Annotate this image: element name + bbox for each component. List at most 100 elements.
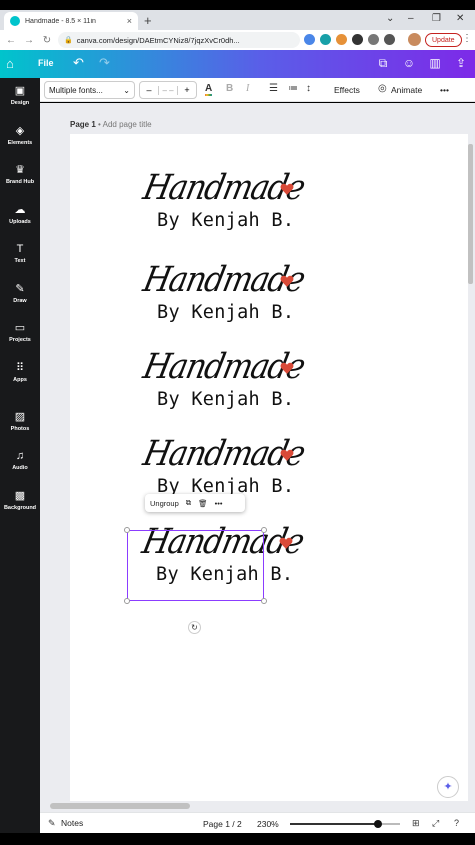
sidebar-item-label: Background [3,505,37,511]
puzzle-icon[interactable] [368,34,379,45]
byline-text[interactable]: By Kenjah B. [157,389,294,410]
address-bar-row: ← → ↻ 🔒 canva.com/design/DAEtmCYNiz8/7jq… [0,30,475,50]
insights-icon[interactable]: ▥ [428,56,442,70]
list-icon[interactable]: ≔ [288,83,298,94]
lock-icon[interactable]: 🔒 [64,36,73,44]
resize-handle[interactable] [261,598,267,604]
heart-icon [280,275,294,287]
sidebar-item-apps[interactable]: ⠿ Apps [0,362,40,383]
align-center-icon[interactable]: ☰ [269,83,278,94]
extension-icon[interactable] [304,34,315,45]
grammarly-icon[interactable] [320,34,331,45]
trash-icon[interactable]: 🗑 [198,499,208,508]
horizontal-scrollbar[interactable] [40,801,475,812]
ungroup-button[interactable]: Ungroup [150,499,179,508]
resize-handle[interactable] [261,527,267,533]
rotate-icon[interactable]: ↻ [188,621,201,634]
tab-search-icon[interactable]: ⌄ [386,13,394,24]
notes-button[interactable]: Notes [61,818,83,828]
share-people-icon[interactable]: ☺ [402,56,416,70]
element-context-menu: Ungroup ⧉ 🗑 ••• [145,494,245,512]
update-button[interactable]: Update [425,33,462,47]
tab-title: Handmade - 8.5 × 11in [25,17,96,25]
editor-toolbar: Multiple fonts... ⌄ – – – + A B I ☰ ≔ ↕ … [40,78,475,102]
animate-button[interactable]: Animate [391,85,422,95]
back-icon[interactable]: ← [4,35,18,46]
home-icon[interactable]: ⌂ [6,56,14,71]
upload-cloud-icon: ☁ [14,204,26,216]
zoom-slider[interactable] [290,820,400,828]
more-options-button[interactable]: ••• [440,85,449,95]
resize-icon[interactable]: ⧉ [376,56,390,70]
duplicate-icon[interactable]: ⧉ [186,498,191,508]
new-tab-button[interactable]: + [144,13,152,28]
decrease-size-button[interactable]: – [140,85,158,95]
sidebar-item-label: Elements [7,140,33,146]
window-close-icon[interactable]: ✕ [456,13,464,24]
sidebar-item-draw[interactable]: ✎ Draw [0,283,40,304]
pen-icon: ✎ [15,283,25,295]
page-indicator[interactable]: Page 1 / 2 [203,819,242,829]
font-size-stepper[interactable]: – – – + [139,81,197,99]
minimize-icon[interactable]: – [408,13,414,24]
sidebar-item-design[interactable]: ▣ Design [0,85,40,106]
sidebar-item-background[interactable]: ▩ Background [0,490,40,511]
apps-grid-icon: ⠿ [15,362,25,374]
maximize-icon[interactable]: ❐ [432,13,441,24]
horizontal-scroll-thumb[interactable] [50,803,190,809]
bold-icon[interactable]: B [226,83,233,94]
url-bar[interactable]: 🔒 canva.com/design/DAEtmCYNiz8/7jqzXvCr0… [58,32,300,48]
redo-icon[interactable]: ↷ [99,55,110,71]
resize-handle[interactable] [124,598,130,604]
line-spacing-icon[interactable]: ↕ [306,83,311,94]
zoom-level[interactable]: 230% [257,819,279,829]
sidepanel-icon[interactable] [384,34,395,45]
sidebar-item-brand-hub[interactable]: ♛ Brand Hub [0,164,40,185]
effects-button[interactable]: Effects [334,85,360,95]
sidebar-item-audio[interactable]: ♫ Audio [0,450,40,471]
forward-icon[interactable]: → [22,35,36,46]
sidebar-item-elements[interactable]: ◈ Elements [0,125,40,146]
text-color-icon[interactable]: A [205,83,213,96]
browser-tab[interactable]: Handmade - 8.5 × 11in × [4,12,138,30]
italic-icon[interactable]: I [246,83,249,94]
sidebar-item-label: Text [14,258,26,264]
zoom-slider-knob[interactable] [374,820,382,828]
vertical-scroll-thumb[interactable] [468,144,473,284]
sidebar-item-label: Design [10,100,30,106]
animate-icon[interactable]: ◎ [378,83,387,94]
resize-handle[interactable] [124,527,130,533]
byline-text[interactable]: By Kenjah B. [157,210,294,231]
profile-avatar[interactable] [408,33,421,46]
magic-assistant-icon[interactable]: ✦ [437,776,459,798]
reload-icon[interactable]: ↻ [40,35,54,46]
sidebar-item-text[interactable]: T Text [0,243,40,264]
share-upload-icon[interactable]: ⇪ [454,56,468,70]
more-options-button[interactable]: ••• [215,499,223,508]
help-icon[interactable]: ? [454,818,459,828]
vertical-scrollbar[interactable] [468,134,473,394]
design-page[interactable]: Handmade By Kenjah B. Handmade By Kenjah… [70,134,468,801]
browser-menu-icon[interactable]: ⋮ [462,33,472,44]
notes-icon[interactable]: ✎ [48,818,56,829]
tab-close-icon[interactable]: × [127,16,132,26]
undo-icon[interactable]: ↶ [73,55,84,71]
folder-icon: ▭ [14,322,26,334]
os-bottom-bar [0,833,475,845]
file-menu-button[interactable]: File [38,58,54,68]
grid-view-icon[interactable]: ⊞ [412,818,420,829]
selection-box[interactable] [124,527,267,604]
font-size-input[interactable]: – – [158,85,178,95]
font-selector[interactable]: Multiple fonts... ⌄ [44,81,135,99]
byline-text[interactable]: By Kenjah B. [157,302,294,323]
url-text[interactable]: canva.com/design/DAEtmCYNiz8/7jqzXvCr0dh… [77,36,240,45]
extension-icon[interactable] [336,34,347,45]
fullscreen-icon[interactable]: ⤢ [432,818,439,829]
sidebar-item-projects[interactable]: ▭ Projects [0,322,40,343]
extension-icon[interactable] [352,34,363,45]
increase-size-button[interactable]: + [178,85,196,95]
sidebar-item-uploads[interactable]: ☁ Uploads [0,204,40,225]
font-selector-label: Multiple fonts... [49,85,103,95]
add-page-title-input[interactable]: • Add page title [98,120,152,129]
sidebar-item-photos[interactable]: ▨ Photos [0,411,40,432]
